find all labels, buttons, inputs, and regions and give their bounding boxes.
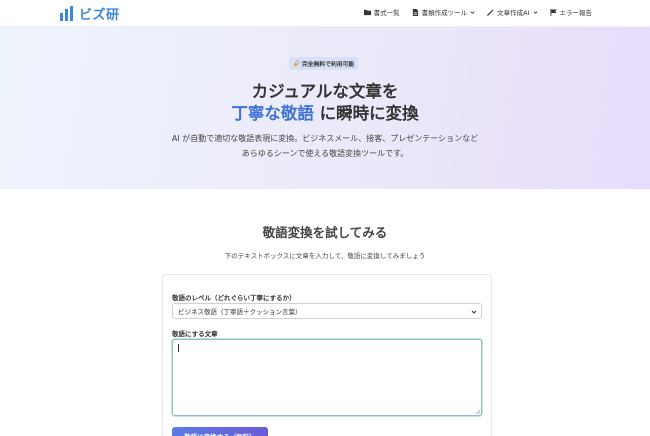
chevron-down-icon xyxy=(470,10,475,14)
nav-item-label: エラー報告 xyxy=(559,9,593,17)
document-icon xyxy=(412,8,418,16)
magic-wand-icon xyxy=(487,8,494,16)
hero-description-line2: あらゆるシーンで使える敬語変換ツールです。 xyxy=(241,149,409,158)
site-logo[interactable]: ビズ研 xyxy=(60,4,120,23)
folder-icon xyxy=(363,9,371,15)
level-selected-value: ビジネス敬語（丁寧語＋クッション言葉） xyxy=(178,308,302,316)
nav-item-label: 書式一覧 xyxy=(373,9,400,17)
top-nav: ビズ研 書式一覧 書類作成ツール 文章作成AI エラー報告 xyxy=(0,0,650,27)
text-caret xyxy=(178,344,179,352)
text-label: 敬語にする文章 xyxy=(172,330,218,338)
nav-menu: 書式一覧 書類作成ツール 文章作成AI エラー報告 xyxy=(352,7,592,17)
flag-icon xyxy=(549,8,557,16)
free-badge: 完全無料で利用可能 xyxy=(289,57,359,70)
logo-text: ビズ研 xyxy=(79,7,120,23)
hero-section: 完全無料で利用可能 カジュアルな文章を 丁寧な敬語 に瞬時に変換 AI が自動で… xyxy=(0,27,650,189)
chevron-down-icon xyxy=(471,310,477,314)
nav-item-error-report[interactable]: エラー報告 xyxy=(549,7,593,17)
hero-title-rest: に瞬時に変換 xyxy=(313,104,419,123)
bar-chart-icon xyxy=(60,5,73,21)
convert-button[interactable]: 敬語に変換する（無料） xyxy=(172,427,268,436)
level-select[interactable]: ビジネス敬語（丁寧語＋クッション言葉） xyxy=(172,303,482,319)
badge-label: 完全無料で利用可能 xyxy=(302,62,355,68)
source-text-input[interactable] xyxy=(172,339,482,416)
nav-item-label: 文章作成AI xyxy=(497,9,530,17)
chevron-down-icon xyxy=(533,10,537,14)
nav-item-label: 書類作成ツール xyxy=(421,9,468,17)
hero-description-line1: AI が自動で適切な敬語表現に変換。ビジネスメール、接客、プレゼンテーションなど xyxy=(171,134,479,143)
hero-title-line2: 丁寧な敬語 に瞬時に変換 xyxy=(0,100,650,124)
party-popper-icon xyxy=(293,60,300,67)
nav-item-document-tools[interactable]: 書類作成ツール xyxy=(412,7,476,17)
tool-section-subtitle: 下のテキストボックスに文章を入力して、敬語に変換してみましょう xyxy=(224,252,426,260)
resize-handle-icon[interactable] xyxy=(475,409,480,414)
nav-item-templates[interactable]: 書式一覧 xyxy=(363,7,400,17)
tool-section-title: 敬語変換を試してみる xyxy=(262,225,388,240)
level-label: 敬語のレベル（どれぐらい丁寧にするか） xyxy=(172,294,296,302)
hero-title-line1: カジュアルな文章を xyxy=(251,82,399,101)
nav-item-writing-ai[interactable]: 文章作成AI xyxy=(487,7,537,17)
hero-title-highlight: 丁寧な敬語 xyxy=(231,104,314,123)
